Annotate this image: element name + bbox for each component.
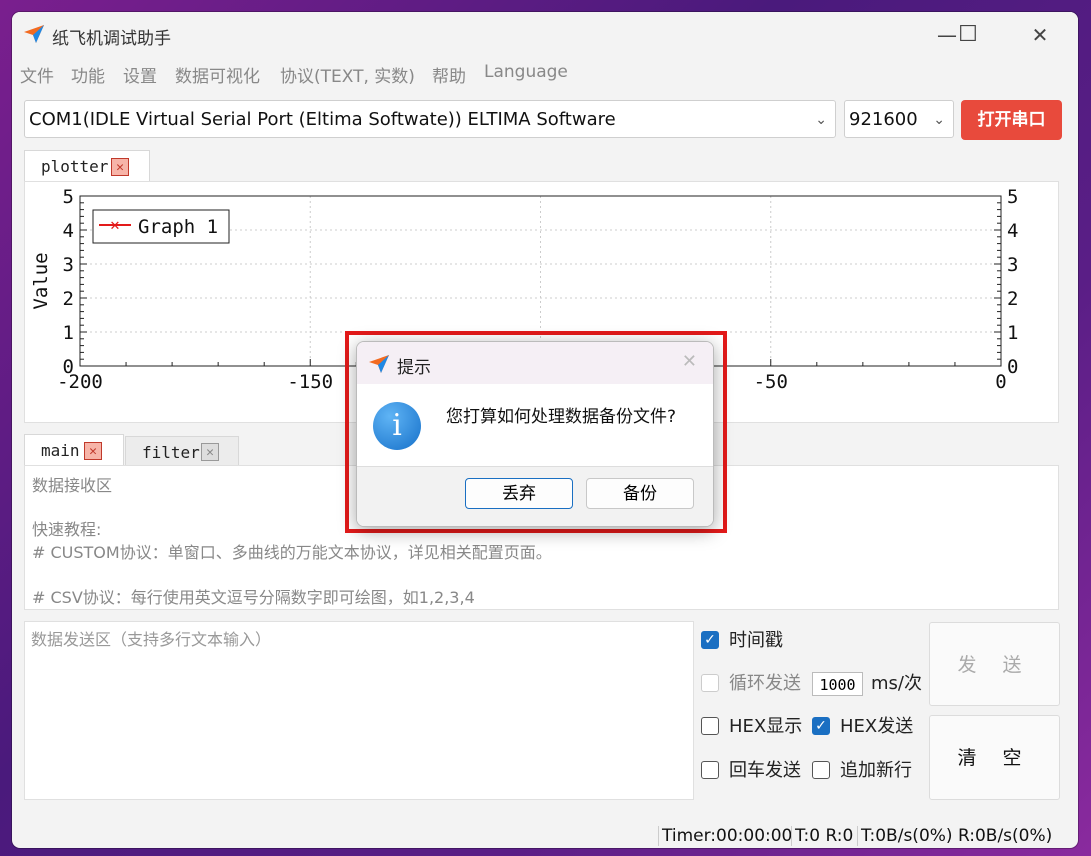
discard-button[interactable]: 丢弃 (465, 478, 573, 509)
dialog-title-bar: 提示 ✕ (357, 342, 713, 384)
title-bar: 纸飞机调试助手 — ☐ ✕ (12, 12, 1078, 58)
x-tick-label: -50 (754, 371, 788, 393)
hex-display-label: HEX显示 (729, 716, 803, 737)
y-tick-label-right: 2 (1007, 288, 1018, 310)
y-tick-label: 2 (63, 288, 74, 310)
tab-filter[interactable]: filter ✕ (125, 436, 239, 466)
y-tick-label: 1 (63, 322, 74, 344)
paper-plane-icon (24, 25, 44, 43)
close-tab-icon[interactable]: ✕ (84, 442, 102, 460)
menu-function[interactable]: 功能 (71, 62, 105, 87)
send-button[interactable]: 发 送 (929, 622, 1060, 706)
clear-button[interactable]: 清 空 (929, 715, 1060, 800)
close-tab-icon[interactable]: ✕ (201, 443, 219, 461)
y-tick-label: 3 (63, 254, 74, 276)
maximize-icon[interactable]: ☐ (945, 20, 991, 50)
menu-file[interactable]: 文件 (20, 62, 54, 87)
close-icon[interactable]: ✕ (1017, 20, 1063, 50)
interval-input[interactable]: 1000 (812, 672, 863, 696)
tab-main[interactable]: main ✕ (24, 434, 124, 466)
prompt-dialog: 提示 ✕ i 您打算如何处理数据备份文件? 丢弃 备份 (356, 341, 714, 527)
x-tick-label: -150 (287, 371, 333, 393)
y-axis-label: Value (30, 252, 52, 309)
send-area[interactable]: 数据发送区（支持多行文本输入） (24, 621, 694, 800)
y-tick-label-right: 0 (1007, 356, 1018, 378)
menu-settings[interactable]: 设置 (123, 62, 157, 87)
tab-label: main (41, 441, 80, 460)
checkbox-box (701, 674, 719, 692)
menu-visualization[interactable]: 数据可视化 (175, 62, 260, 87)
menu-language[interactable]: Language (484, 62, 568, 82)
tab-plotter[interactable]: plotter ✕ (24, 150, 150, 182)
y-tick-label-right: 3 (1007, 254, 1018, 276)
loop-send-label: 循环发送 (729, 673, 801, 694)
port-select[interactable]: COM1(IDLE Virtual Serial Port (Eltima So… (24, 100, 836, 138)
y-tick-label-right: 1 (1007, 322, 1018, 344)
chevron-down-icon: ⌄ (815, 112, 827, 128)
checkbox-box (701, 761, 719, 779)
interval-unit: ms/次 (871, 673, 922, 694)
dialog-body: i 您打算如何处理数据备份文件? (357, 384, 713, 466)
receive-line: # CSV协议：每行使用英文逗号分隔数字即可绘图，如1,2,3,4 (32, 588, 475, 607)
paper-plane-icon (369, 355, 389, 373)
y-tick-label: 5 (63, 186, 74, 208)
close-tab-icon[interactable]: ✕ (111, 158, 129, 176)
menu-bar: 文件 功能 设置 数据可视化 协议(TEXT, 实数) 帮助 Language (12, 58, 1078, 88)
menu-protocol[interactable]: 协议(TEXT, 实数) (280, 62, 415, 87)
dialog-message: 您打算如何处理数据备份文件? (446, 407, 677, 427)
legend-label: Graph 1 (138, 216, 218, 238)
close-icon[interactable]: ✕ (682, 351, 697, 372)
send-placeholder: 数据发送区（支持多行文本输入） (31, 630, 272, 649)
chevron-down-icon: ⌄ (933, 112, 945, 128)
port-select-value: COM1(IDLE Virtual Serial Port (Eltima So… (29, 109, 616, 130)
y-tick-label: 0 (63, 356, 74, 378)
receive-line: 数据接收区 (32, 476, 113, 495)
backup-button[interactable]: 备份 (586, 478, 694, 509)
window-title: 纸飞机调试助手 (52, 29, 171, 49)
tab-label: plotter (41, 157, 109, 176)
dialog-footer: 丢弃 备份 (357, 466, 713, 526)
enter-send-label: 回车发送 (729, 760, 801, 781)
x-tick-label: 0 (995, 371, 1006, 393)
status-counts: T:0 R:0 (791, 826, 853, 846)
y-tick-label-right: 4 (1007, 220, 1018, 242)
timestamp-label: 时间戳 (729, 630, 783, 651)
check-icon: ✓ (701, 631, 719, 649)
append-newline-label: 追加新行 (840, 760, 912, 781)
checkbox-box (812, 761, 830, 779)
menu-help[interactable]: 帮助 (432, 62, 466, 87)
dialog-title: 提示 (397, 358, 431, 378)
y-tick-label: 4 (63, 220, 74, 242)
check-icon: ✓ (812, 717, 830, 735)
status-bar: Timer:00:00:00 T:0 R:0 T:0B/s(0%) R:0B/s… (12, 818, 1078, 848)
receive-line: # CUSTOM协议：单窗口、多曲线的万能文本协议，详见相关配置页面。 (32, 543, 552, 562)
status-rates: T:0B/s(0%) R:0B/s(0%) (857, 826, 1052, 846)
info-icon: i (373, 402, 421, 450)
receive-line: 快速教程: (32, 520, 102, 539)
legend-marker: ✕ (110, 219, 121, 234)
baud-select-value: 921600 (849, 109, 918, 130)
status-timer: Timer:00:00:00 (658, 826, 792, 846)
hex-send-label: HEX发送 (840, 716, 914, 737)
y-tick-label-right: 5 (1007, 186, 1018, 208)
baud-select[interactable]: 921600 ⌄ (844, 100, 954, 138)
open-port-button[interactable]: 打开串口 (961, 100, 1062, 140)
tab-label: filter (142, 443, 200, 462)
checkbox-box (701, 717, 719, 735)
